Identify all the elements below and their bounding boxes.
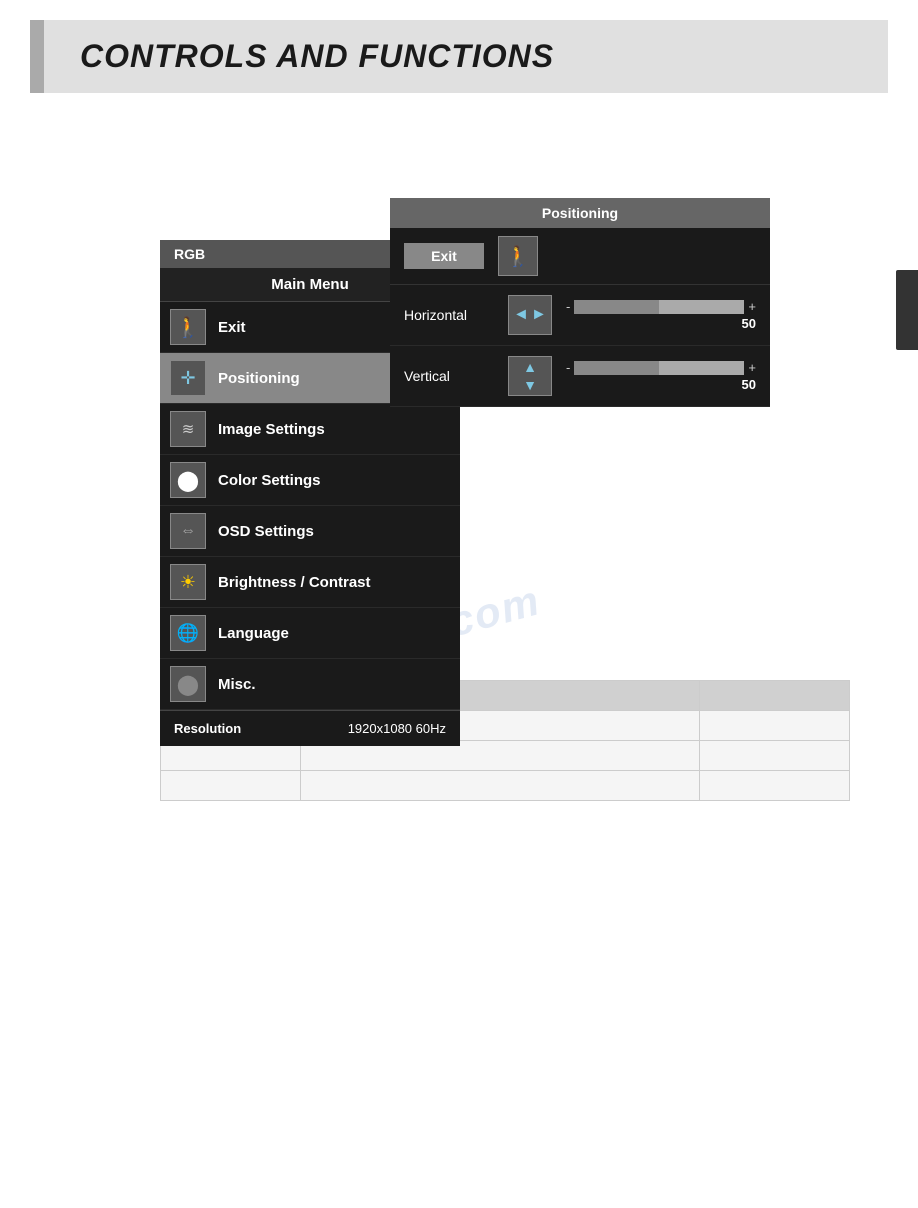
table-cell (700, 681, 850, 711)
positioning-icon: ✛ (170, 360, 206, 396)
horizontal-label: Horizontal (404, 307, 494, 323)
page-header: CONTROLS AND FUNCTIONS (30, 20, 888, 93)
vertical-value: 50 (566, 377, 756, 392)
h-slider-min: - (566, 299, 570, 314)
positioning-panel: Positioning Exit 🚶 Horizontal ◄ ► - + 50 (390, 198, 770, 407)
v-slider-min: - (566, 360, 570, 375)
osd-misc-label: Misc. (218, 676, 256, 693)
pos-exit-row: Exit 🚶 (390, 228, 770, 285)
osd-settings-icon: ⇔ (170, 513, 206, 549)
exit-icon: 🚶 (170, 309, 206, 345)
vertical-arrows-icon[interactable]: ▲ ▼ (508, 356, 552, 396)
table-cell (161, 771, 301, 801)
pos-exit-button[interactable]: Exit (404, 243, 484, 269)
color-settings-icon: ⬤ (170, 462, 206, 498)
h-slider-max: + (748, 299, 756, 314)
osd-brightness-label: Brightness / Contrast (218, 574, 371, 591)
osd-resolution-value: 1920x1080 60Hz (348, 721, 446, 736)
osd-language-label: Language (218, 625, 289, 642)
osd-positioning-label: Positioning (218, 370, 300, 387)
osd-color-settings-label: Color Settings (218, 472, 321, 489)
osd-item-osd-settings[interactable]: ⇔ OSD Settings (160, 506, 460, 557)
osd-item-image-settings[interactable]: ≋ Image Settings (160, 404, 460, 455)
osd-footer: Resolution 1920x1080 60Hz (160, 710, 460, 746)
osd-osd-settings-label: OSD Settings (218, 523, 314, 540)
vertical-slider-container: - + 50 (566, 360, 756, 392)
vertical-slider-track[interactable] (574, 361, 744, 375)
osd-item-color-settings[interactable]: ⬤ Color Settings (160, 455, 460, 506)
brightness-icon: ☀ (170, 564, 206, 600)
vertical-slider-fill (574, 361, 659, 375)
table-row (161, 771, 850, 801)
positioning-panel-title: Positioning (390, 198, 770, 228)
language-icon: 🌐 (170, 615, 206, 651)
horizontal-slider-container: - + 50 (566, 299, 756, 331)
v-slider-max: + (748, 360, 756, 375)
table-cell (700, 711, 850, 741)
pos-vertical-row: Vertical ▲ ▼ - + 50 (390, 346, 770, 407)
table-cell (700, 741, 850, 771)
misc-icon: ⬤ (170, 666, 206, 702)
table-cell (300, 771, 699, 801)
horizontal-slider-track[interactable] (574, 300, 744, 314)
right-accent-bar (896, 270, 918, 350)
pos-exit-icon: 🚶 (498, 236, 538, 276)
osd-exit-label: Exit (218, 319, 246, 336)
osd-resolution-label: Resolution (174, 721, 241, 736)
osd-item-language[interactable]: 🌐 Language (160, 608, 460, 659)
horizontal-arrows-icon[interactable]: ◄ ► (508, 295, 552, 335)
osd-item-brightness-contrast[interactable]: ☀ Brightness / Contrast (160, 557, 460, 608)
header-accent (30, 20, 44, 93)
horizontal-value: 50 (566, 316, 756, 331)
table-cell (700, 771, 850, 801)
image-settings-icon: ≋ (170, 411, 206, 447)
pos-horizontal-row: Horizontal ◄ ► - + 50 (390, 285, 770, 346)
osd-image-settings-label: Image Settings (218, 421, 325, 438)
page-title: CONTROLS AND FUNCTIONS (60, 38, 554, 75)
osd-item-misc[interactable]: ⬤ Misc. (160, 659, 460, 710)
horizontal-slider-fill (574, 300, 659, 314)
vertical-label: Vertical (404, 368, 494, 384)
